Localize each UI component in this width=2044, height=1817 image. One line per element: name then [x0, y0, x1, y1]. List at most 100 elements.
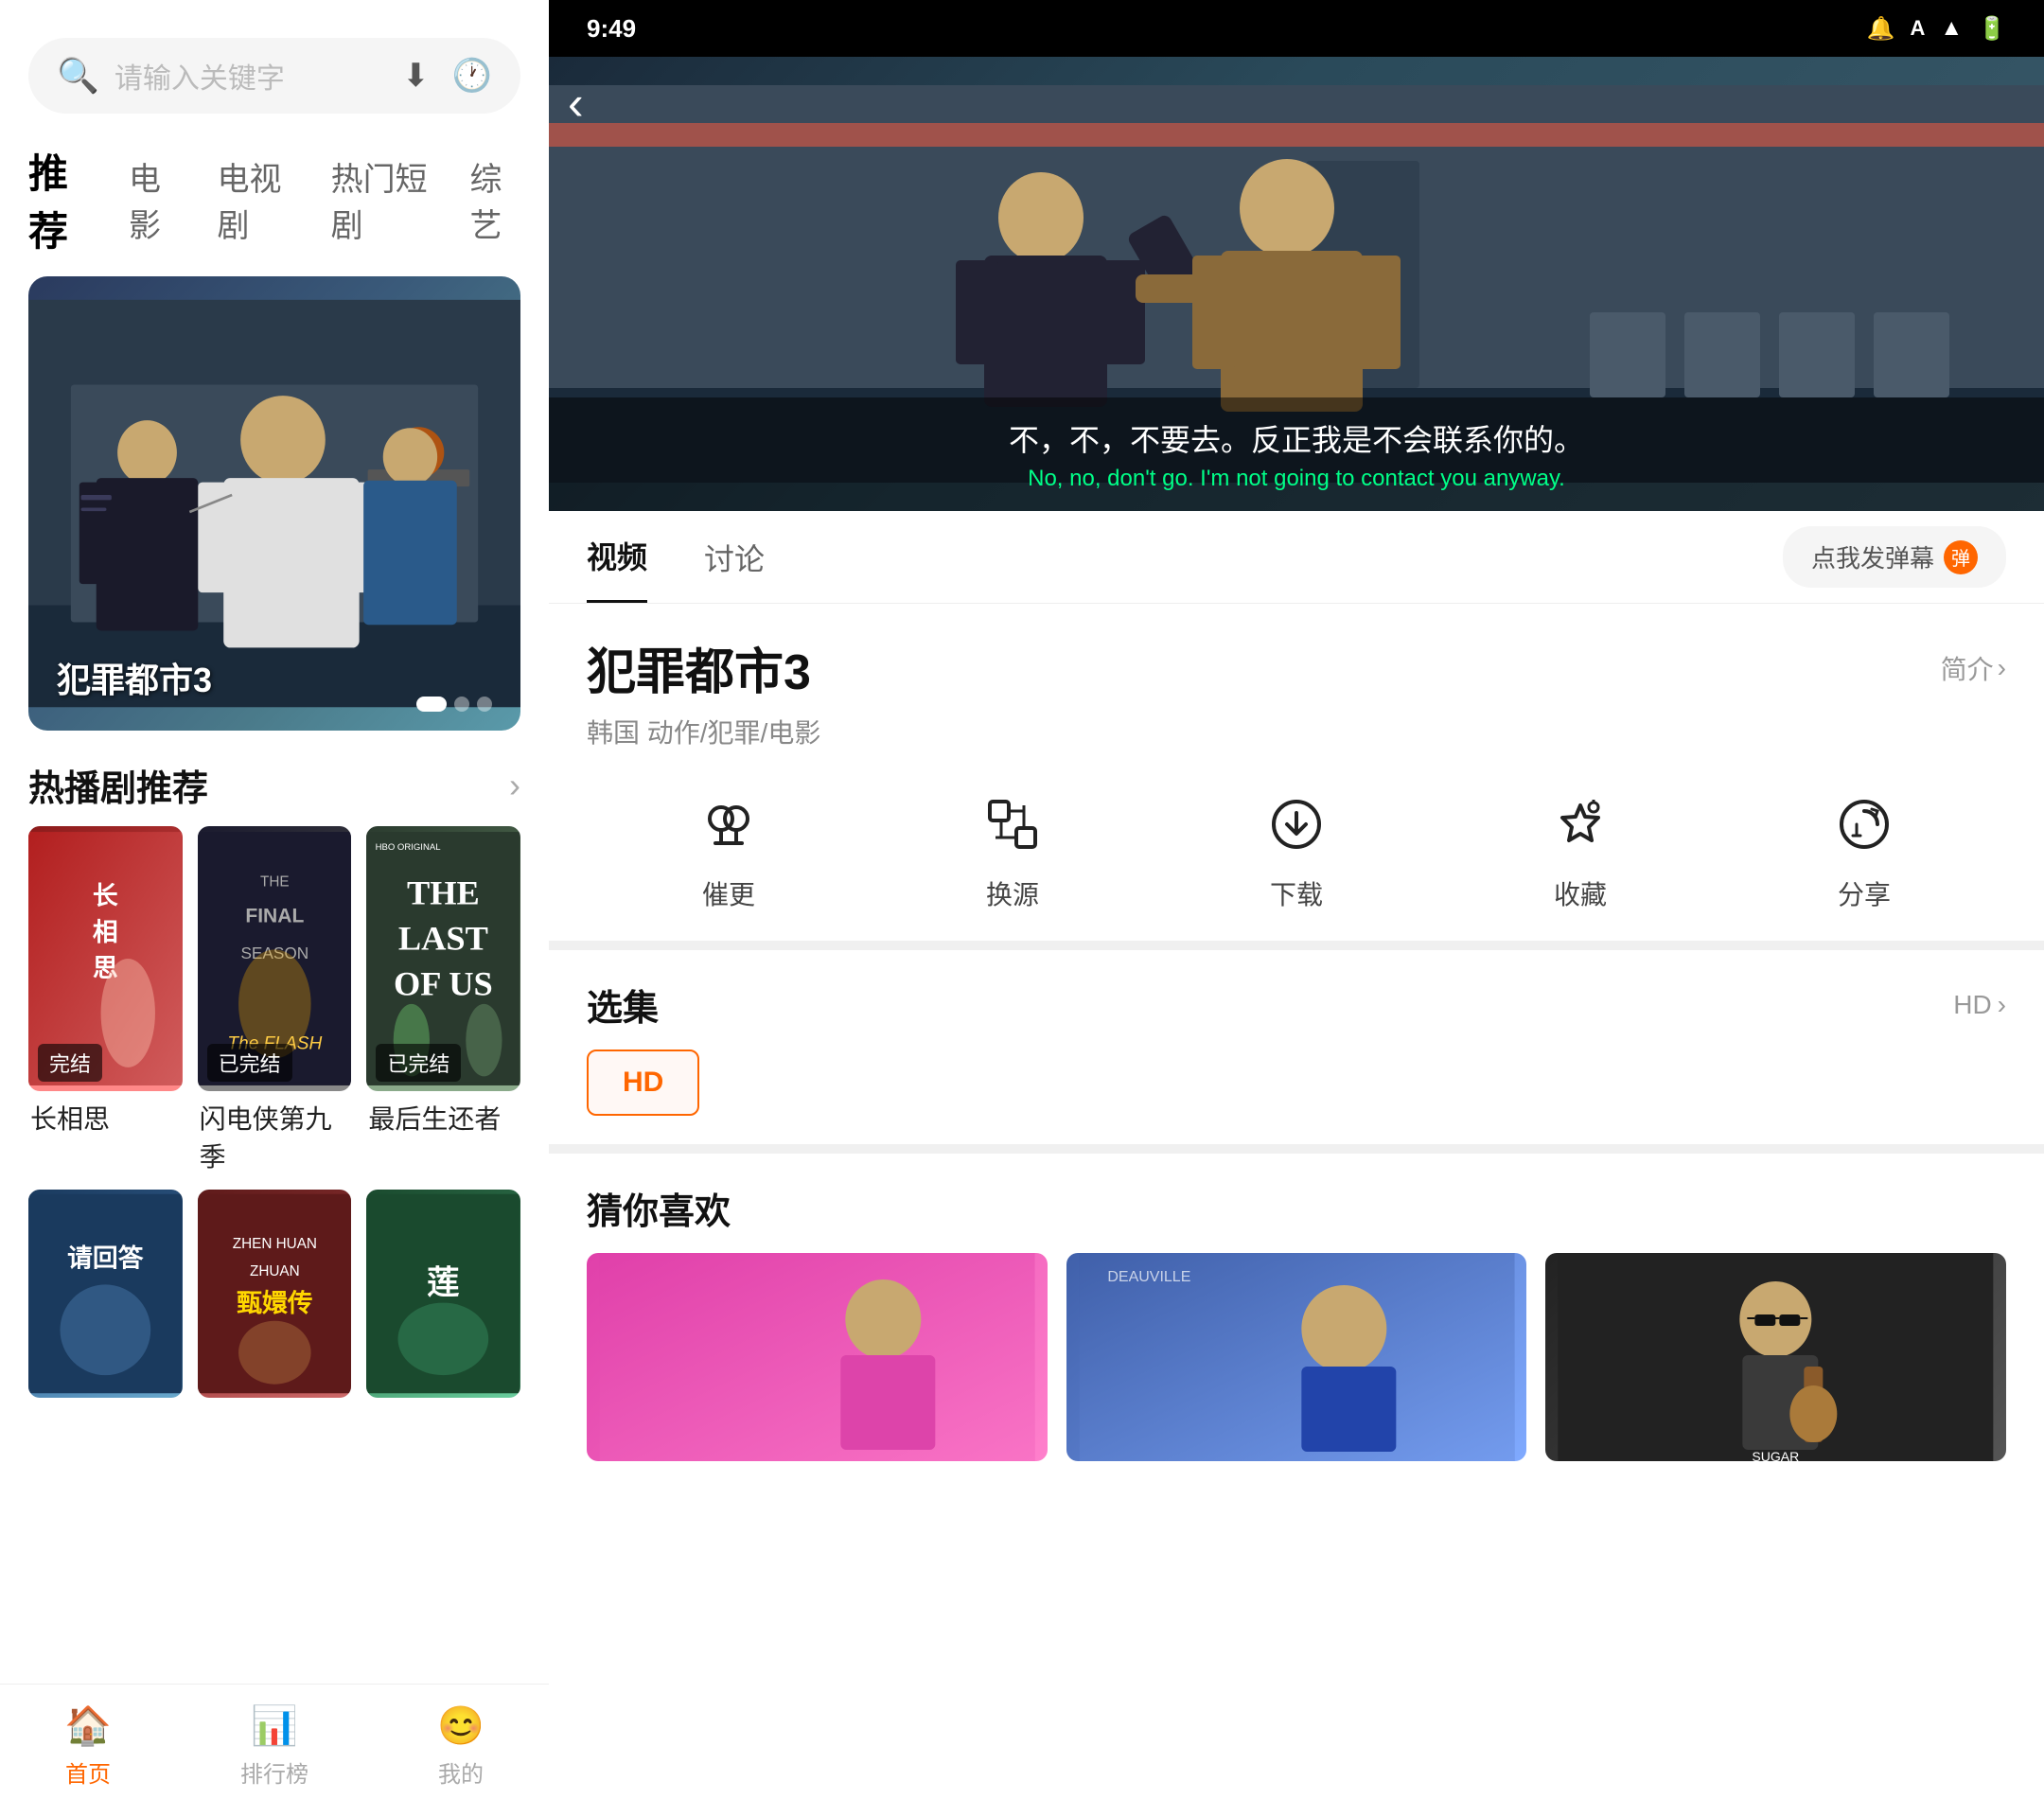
- quality-arrow: ›: [1998, 990, 2006, 1020]
- wifi-icon: ▲: [1940, 15, 1963, 42]
- hot-section-arrow[interactable]: ›: [509, 766, 520, 805]
- tab-tv[interactable]: 电视剧: [217, 153, 292, 246]
- svg-text:HBO ORIGINAL: HBO ORIGINAL: [376, 842, 441, 853]
- status-icons: 🔔 A ▲ 🔋: [1867, 15, 2006, 43]
- hero-title: 犯罪都市3: [57, 653, 212, 702]
- nav-ranking[interactable]: 📊 排行榜: [240, 1703, 308, 1789]
- recommend-grid: DEAUVILLE SUGAR: [587, 1253, 2006, 1461]
- nav-home[interactable]: 🏠 首页: [64, 1703, 112, 1789]
- movie-detail: 犯罪都市3 简介 › 韩国 动作/犯罪/电影: [549, 604, 2044, 769]
- svg-text:甄嬛传: 甄嬛传: [237, 1289, 313, 1317]
- danmu-button[interactable]: 点我发弹幕 弹: [1783, 526, 2006, 588]
- drama-card-img-1: 长 相 思 完结: [28, 826, 183, 1091]
- svg-text:ZHEN HUAN: ZHEN HUAN: [232, 1236, 316, 1252]
- collect-icon: [1554, 798, 1607, 863]
- battery-icon: 🔋: [1978, 15, 2006, 43]
- cuigeng-label: 催更: [702, 874, 755, 912]
- action-collect[interactable]: 收藏: [1554, 798, 1607, 912]
- tab-recommend[interactable]: 推荐: [28, 142, 91, 257]
- movie-intro-link[interactable]: 简介 ›: [1941, 649, 2006, 687]
- drama-card2-1[interactable]: 请回答: [28, 1190, 183, 1398]
- tab-shortdrama[interactable]: 热门短剧: [331, 153, 432, 246]
- episode-section: 选集 HD › HD: [549, 950, 2044, 1154]
- status-time: 9:49: [587, 14, 636, 44]
- search-placeholder[interactable]: 请输入关键字: [115, 55, 387, 97]
- episode-quality[interactable]: HD ›: [1953, 990, 2006, 1020]
- drama-grid-2: 请回答 ZHEN HUAN ZHUAN 甄嬛传 莲: [0, 1174, 549, 1413]
- profile-icon: 😊: [437, 1703, 485, 1748]
- video-player[interactable]: ‹: [549, 57, 2044, 511]
- download-action-icon: [1270, 798, 1323, 863]
- intro-label: 简介: [1941, 649, 1994, 687]
- svg-text:LAST: LAST: [398, 919, 488, 957]
- huanyuan-label: 换源: [986, 874, 1039, 912]
- subtitle-bar: 不，不，不要去。反正我是不会联系你的。 No, no, don't go. I'…: [549, 397, 2044, 511]
- cuigeng-icon: [702, 798, 755, 863]
- nav-tabs: 推荐 电影 电视剧 热门短剧 综艺: [0, 132, 549, 276]
- hot-section-header: 热播剧推荐 ›: [0, 731, 549, 826]
- drama-card-1[interactable]: 长 相 思 完结 长相思: [28, 826, 183, 1174]
- action-share[interactable]: 分享: [1838, 798, 1891, 912]
- movie-tags: 韩国 动作/犯罪/电影: [587, 713, 2006, 750]
- drama-grid: 长 相 思 完结 长相思 THE FINAL SEASON The FLASH: [0, 826, 549, 1174]
- huanyuan-icon: [986, 798, 1039, 863]
- drama-card-2[interactable]: THE FINAL SEASON The FLASH 已完结 闪电侠第九季: [198, 826, 352, 1174]
- hero-banner[interactable]: 犯罪都市3: [28, 276, 520, 731]
- drama-card-3[interactable]: HBO ORIGINAL THE LAST OF US 已完结 最后生还者: [366, 826, 520, 1174]
- movie-title: 犯罪都市3: [587, 632, 811, 703]
- tab-movie[interactable]: 电影: [129, 153, 179, 246]
- svg-text:THE: THE: [260, 873, 290, 890]
- intro-arrow: ›: [1998, 653, 2006, 683]
- left-panel: 🔍 请输入关键字 ⬇ 🕐 推荐 电影 电视剧 热门短剧 综艺: [0, 0, 549, 1817]
- download-icon[interactable]: ⬇: [402, 57, 430, 95]
- card-title-3: 最后生还者: [366, 1099, 520, 1137]
- svg-text:相: 相: [93, 918, 118, 946]
- svg-text:FINAL: FINAL: [245, 906, 304, 927]
- action-buttons: 催更 换源: [549, 769, 2044, 950]
- episode-hd-button[interactable]: HD: [587, 1050, 699, 1116]
- svg-text:THE: THE: [407, 874, 480, 912]
- nav-profile[interactable]: 😊 我的: [437, 1703, 485, 1789]
- search-bar[interactable]: 🔍 请输入关键字 ⬇ 🕐: [28, 38, 520, 114]
- svg-text:ZHUAN: ZHUAN: [250, 1263, 300, 1279]
- danmu-text: 点我发弹幕: [1811, 539, 1934, 574]
- svg-text:SUGAR: SUGAR: [1753, 1449, 1800, 1461]
- dot-1: [416, 697, 447, 712]
- action-huanyuan[interactable]: 换源: [986, 798, 1039, 912]
- history-icon[interactable]: 🕐: [452, 57, 492, 95]
- download-label: 下载: [1270, 874, 1323, 912]
- action-cuigeng[interactable]: 催更: [702, 798, 755, 912]
- episode-header: 选集 HD ›: [587, 979, 2006, 1031]
- rec-card-1[interactable]: [587, 1253, 1048, 1461]
- svg-text:请回答: 请回答: [67, 1243, 144, 1272]
- drama-card2-2[interactable]: ZHEN HUAN ZHUAN 甄嬛传: [198, 1190, 352, 1398]
- card-badge-3: 已完结: [376, 1044, 461, 1082]
- subtitle-zh: 不，不，不要去。反正我是不会联系你的。: [587, 416, 2006, 460]
- card-title-1: 长相思: [28, 1099, 183, 1137]
- share-label: 分享: [1838, 874, 1891, 912]
- episode-title: 选集: [587, 979, 659, 1031]
- drama-card-img-3: HBO ORIGINAL THE LAST OF US 已完结: [366, 826, 520, 1091]
- action-download[interactable]: 下载: [1270, 798, 1323, 912]
- back-button[interactable]: ‹: [568, 76, 584, 131]
- recommend-section: 猜你喜欢: [549, 1154, 2044, 1817]
- hero-dots: [416, 697, 492, 712]
- card-badge-2: 已完结: [207, 1044, 292, 1082]
- card-title-2: 闪电侠第九季: [198, 1099, 352, 1174]
- svg-text:长: 长: [93, 882, 118, 910]
- status-bar: 9:49 🔔 A ▲ 🔋: [549, 0, 2044, 57]
- tab-video[interactable]: 视频: [587, 511, 647, 603]
- drama-card2-3[interactable]: 莲: [366, 1190, 520, 1398]
- svg-text:OF US: OF US: [394, 964, 493, 1002]
- collect-label: 收藏: [1554, 874, 1607, 912]
- video-tabs: 视频 讨论 点我发弹幕 弹: [549, 511, 2044, 604]
- ranking-icon: 📊: [251, 1703, 298, 1748]
- rec-card-2[interactable]: DEAUVILLE: [1066, 1253, 1527, 1461]
- quality-label: HD: [1953, 990, 1991, 1020]
- dot-2: [454, 697, 469, 712]
- recommend-title: 猜你喜欢: [587, 1182, 2006, 1234]
- tab-discussion[interactable]: 讨论: [704, 513, 765, 602]
- svg-text:DEAUVILLE: DEAUVILLE: [1107, 1269, 1190, 1285]
- tab-variety[interactable]: 综艺: [470, 153, 520, 246]
- rec-card-3[interactable]: SUGAR: [1545, 1253, 2006, 1461]
